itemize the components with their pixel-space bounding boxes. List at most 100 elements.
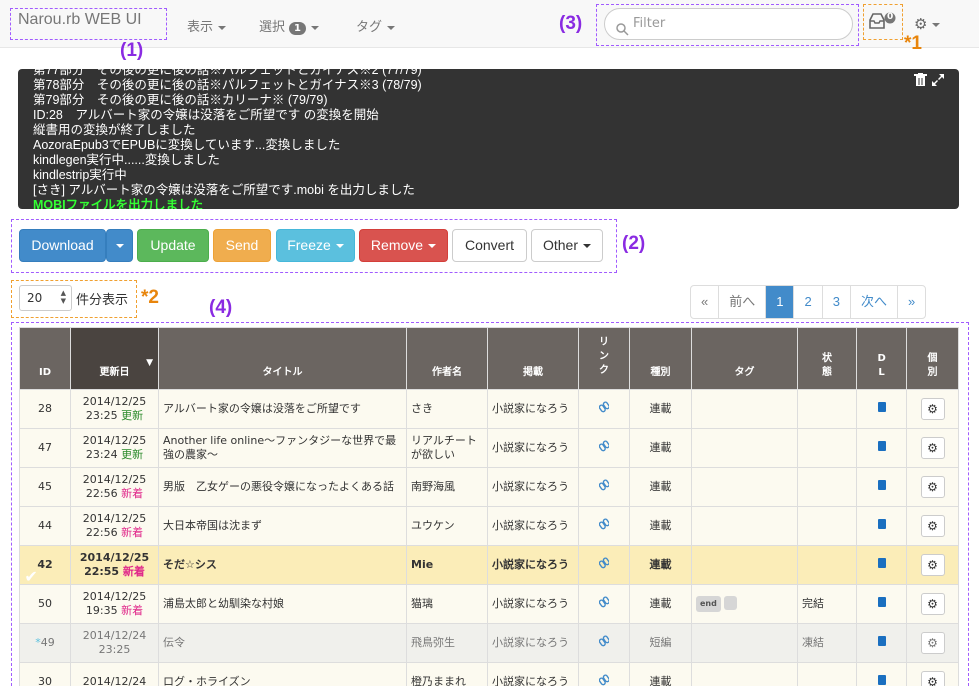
other-label: Other — [542, 237, 578, 253]
table-row[interactable]: 44 2014/12/25 22:56 新着 大日本帝国は沈まず ユウケン 小説家になろう… — [19, 506, 959, 546]
page-last[interactable]: » — [896, 286, 925, 318]
page-next[interactable]: 次へ — [849, 286, 897, 318]
row-date: 2014/12/25 — [82, 395, 147, 408]
annotation-label-2: (2) — [622, 233, 646, 254]
page-1[interactable]: 1 — [765, 286, 794, 318]
stepper-arrows-icon[interactable]: ▲ ▼ — [61, 289, 66, 305]
cell-updated: 2014/12/25 22:56 新着 — [70, 467, 159, 507]
cell-dl — [856, 467, 907, 507]
row-settings-button[interactable]: ⚙ — [920, 593, 945, 615]
table-row[interactable]: *49 2014/12/24 23:25 伝令 飛鳥弥生 小説家になろう 短編 凍結 ⚙ — [19, 623, 959, 663]
book-download-icon[interactable] — [877, 597, 886, 607]
settings-menu[interactable]: ⚙ — [914, 14, 941, 33]
cell-status — [797, 389, 857, 429]
link-icon[interactable] — [598, 518, 610, 533]
table-row[interactable]: 30 2014/12/24 ログ・ホライズン 橙乃ままれ 小説家になろう 連載 ⚙ — [19, 662, 959, 686]
console-final-line: MOBIファイルを出力しました — [33, 198, 204, 209]
table-row[interactable]: 50 2014/12/25 19:35 新着 浦島太郎と幼馴染な村娘 猫璃 小説家になろう… — [19, 584, 959, 624]
header-dl-label: DL — [877, 353, 886, 378]
header-author[interactable]: 作者名 — [406, 327, 488, 390]
table-row[interactable]: 45 2014/12/25 22:56 新着 男版 乙女ゲーの悪役令嬢になったよくある… — [19, 467, 959, 507]
link-icon[interactable] — [598, 674, 610, 686]
header-tag[interactable]: タグ — [691, 327, 798, 390]
book-download-icon[interactable] — [877, 675, 886, 685]
tag-label[interactable]: end — [696, 596, 721, 612]
link-icon[interactable] — [598, 479, 610, 494]
menu-select-label: 選択 — [259, 20, 286, 35]
row-author: Mie — [411, 558, 434, 571]
download-button[interactable]: Download — [19, 229, 106, 262]
cell-author: ユウケン — [406, 506, 488, 546]
page-first[interactable]: « — [691, 286, 718, 318]
annotation-label-4: (4) — [209, 297, 233, 318]
menu-select[interactable]: 選択 1 — [259, 16, 319, 35]
chevron-down-icon — [115, 244, 124, 249]
cell-link — [578, 467, 630, 507]
other-button[interactable]: Other — [531, 229, 603, 262]
header-kind[interactable]: 種別 — [629, 327, 692, 390]
table-row[interactable]: 47 2014/12/25 23:24 更新 Another life online～… — [19, 428, 959, 468]
header-site[interactable]: 掲載 — [487, 327, 579, 390]
row-author: 橙乃ままれ — [411, 675, 466, 686]
remove-button[interactable]: Remove — [359, 229, 448, 262]
page-prev[interactable]: 前へ — [718, 286, 765, 318]
header-status[interactable]: 状態 — [797, 327, 857, 390]
freeze-button[interactable]: Freeze — [276, 229, 355, 262]
table-row[interactable]: 28 2014/12/25 23:25 更新 アルバート家の令嬢は没落をご所望です さき… — [19, 389, 959, 429]
cell-title: そだ☆シス — [158, 545, 407, 585]
cell-title: 伝令 — [158, 623, 407, 663]
update-button[interactable]: Update — [137, 229, 209, 262]
book-download-icon[interactable] — [877, 402, 886, 412]
convert-button[interactable]: Convert — [452, 229, 527, 262]
page-3[interactable]: 3 — [821, 286, 850, 318]
page-2[interactable]: 2 — [793, 286, 821, 318]
row-author: 猫璃 — [411, 597, 433, 610]
header-updated[interactable]: 更新日 ▼ — [70, 327, 159, 390]
cell-title: ログ・ホライズン — [158, 662, 407, 686]
console-line: [さき] アルバート家の令嬢は没落をご所望です.mobi を出力しました — [33, 183, 415, 197]
link-icon[interactable] — [598, 635, 610, 650]
send-button[interactable]: Send — [213, 229, 271, 262]
cell-kind: 短編 — [629, 623, 692, 663]
book-download-icon[interactable] — [877, 636, 886, 646]
row-settings-button[interactable]: ⚙ — [920, 632, 945, 654]
per-page-stepper[interactable]: 20 ▲ ▼ — [19, 285, 72, 311]
download-dropdown-toggle[interactable] — [106, 229, 133, 262]
cell-updated: 2014/12/24 — [70, 662, 159, 686]
link-icon[interactable] — [598, 596, 610, 611]
menu-tag[interactable]: タグ — [356, 16, 396, 35]
header-dl[interactable]: DL — [856, 327, 907, 390]
cell-each: ⚙ — [906, 662, 959, 686]
header-id[interactable]: ID — [19, 327, 71, 390]
menu-tag-label: タグ — [356, 20, 383, 35]
row-settings-button[interactable]: ⚙ — [920, 437, 945, 459]
row-settings-button[interactable]: ⚙ — [920, 398, 945, 420]
row-settings-button[interactable]: ⚙ — [920, 515, 945, 537]
book-download-icon[interactable] — [877, 519, 886, 529]
link-icon[interactable] — [598, 557, 610, 572]
table-row[interactable]: ✔ 42 2014/12/25 22:55 新着 そだ☆シス Mie 小説家になろう 連載 ⚙ — [19, 545, 959, 585]
link-icon[interactable] — [598, 440, 610, 455]
trash-icon[interactable] — [914, 73, 927, 91]
row-settings-button[interactable]: ⚙ — [920, 476, 945, 498]
link-icon[interactable] — [598, 401, 610, 416]
header-link[interactable]: リンク — [578, 327, 630, 390]
menu-display[interactable]: 表示 — [187, 16, 227, 35]
book-download-icon[interactable] — [877, 441, 886, 451]
cell-kind: 連載 — [629, 545, 692, 585]
book-download-icon[interactable] — [877, 480, 886, 490]
cell-tag: end — [691, 584, 798, 624]
cell-title: 浦島太郎と幼馴染な村娘 — [158, 584, 407, 624]
row-site: 小説家になろう — [492, 402, 569, 415]
tag-add-button[interactable] — [723, 596, 737, 610]
cell-status: 凍結 — [797, 623, 857, 663]
book-download-icon[interactable] — [877, 558, 886, 568]
row-settings-button[interactable]: ⚙ — [920, 671, 945, 686]
expand-icon[interactable] — [931, 73, 945, 91]
row-date: 2014/12/25 — [82, 473, 147, 486]
cell-author: 南野海風 — [406, 467, 488, 507]
cell-dl — [856, 623, 907, 663]
header-title[interactable]: タイトル — [158, 327, 407, 390]
chevron-down-icon — [335, 244, 344, 249]
row-settings-button[interactable]: ⚙ — [920, 554, 945, 576]
